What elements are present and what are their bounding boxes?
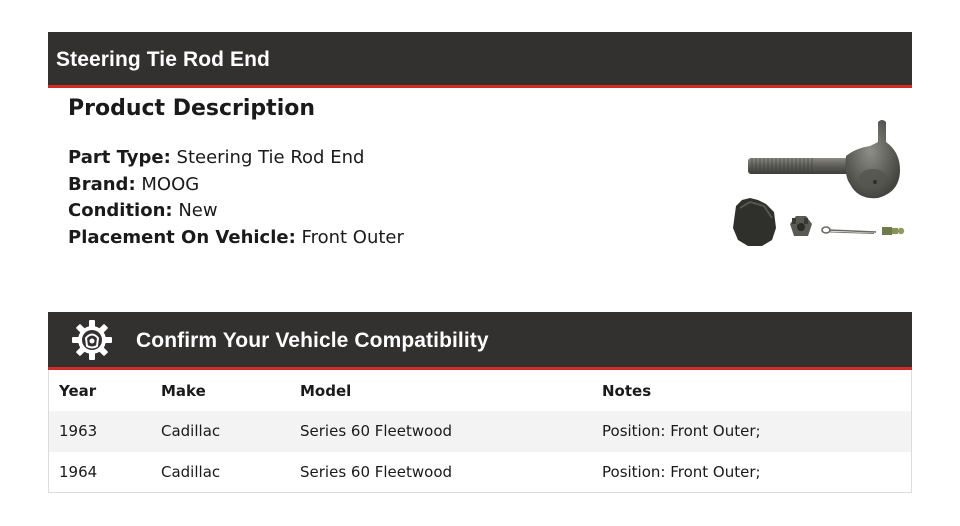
product-description: Product Description Part Type: Steering … (68, 96, 404, 251)
product-image (733, 120, 905, 246)
cell-notes: Position: Front Outer; (602, 422, 761, 441)
cell-make: Cadillac (161, 422, 221, 441)
property-value: Steering Tie Rod End (176, 147, 365, 168)
compatibility-table: Year Make Model Notes 1963 Cadillac Seri… (48, 370, 912, 493)
product-title: Steering Tie Rod End (56, 47, 270, 71)
cell-model: Series 60 Fleetwood (300, 462, 453, 481)
property-value: New (178, 200, 218, 221)
table-header: Year Make Model Notes (49, 370, 911, 411)
table-row: 1963 Cadillac Series 60 Fleetwood Positi… (49, 411, 911, 452)
property-label: Brand: (68, 173, 136, 195)
property-part-type: Part Type: Steering Tie Rod End (68, 145, 404, 172)
table-row: 1964 Cadillac Series 60 Fleetwood Positi… (49, 452, 911, 493)
product-properties: Part Type: Steering Tie Rod End Brand: M… (68, 145, 404, 251)
property-placement: Placement On Vehicle: Front Outer (68, 225, 404, 252)
property-value: Front Outer (301, 226, 404, 248)
compatibility-banner: Confirm Your Vehicle Compatibility (48, 312, 912, 370)
property-label: Part Type: (68, 147, 171, 168)
gear-icon (68, 316, 116, 364)
product-title-banner: Steering Tie Rod End (48, 32, 912, 88)
column-header-make: Make (161, 381, 206, 400)
cell-notes: Position: Front Outer; (602, 462, 761, 481)
description-heading: Product Description (68, 96, 316, 121)
cell-year: 1963 (59, 422, 98, 441)
cell-model: Series 60 Fleetwood (300, 422, 453, 441)
property-condition: Condition: New (68, 198, 404, 225)
cell-year: 1964 (59, 462, 98, 481)
column-header-model: Model (300, 381, 352, 400)
property-label: Condition: (68, 200, 173, 221)
property-label: Placement On Vehicle: (68, 226, 296, 248)
property-brand: Brand: MOOG (68, 172, 404, 199)
column-header-notes: Notes (602, 381, 652, 400)
compatibility-title: Confirm Your Vehicle Compatibility (136, 328, 489, 352)
cell-make: Cadillac (161, 462, 221, 481)
column-header-year: Year (59, 381, 97, 400)
property-value: MOOG (141, 173, 200, 195)
